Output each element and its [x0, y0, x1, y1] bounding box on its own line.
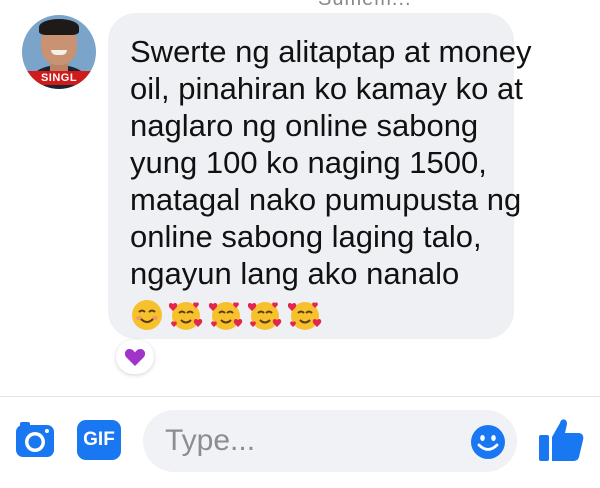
message-line: Swerte ng alitaptap at money: [130, 34, 532, 69]
emoji-row: [130, 298, 498, 334]
sender-name-cutoff: Sumem...: [318, 0, 412, 11]
avatar-smile: [51, 50, 67, 55]
like-button[interactable]: [538, 415, 584, 463]
message-line: naglaro ng online sabong: [130, 108, 479, 143]
composer-divider: [0, 396, 600, 397]
message-bubble[interactable]: Swerte ng alitaptap at money oil, pinahi…: [108, 13, 532, 339]
smiling-face-with-hearts-icon: [169, 298, 203, 332]
message-input[interactable]: Type...: [143, 410, 517, 472]
message-line: oil, pinahiran ko kamay ko at: [130, 71, 523, 106]
purple-heart-icon: [124, 349, 146, 366]
smiling-face-icon: [130, 298, 164, 332]
avatar-hair: [39, 19, 79, 35]
camera-button[interactable]: [14, 420, 56, 460]
avatar-tag: SINGL: [22, 71, 96, 85]
thumbs-up-icon: [539, 419, 584, 461]
emoji-button[interactable]: [470, 424, 506, 460]
message-line: yung 100 ko naging 1500,: [130, 145, 487, 180]
sender-avatar[interactable]: SINGL: [22, 15, 96, 89]
message-reaction[interactable]: [116, 340, 154, 374]
message-line: matagal nako pumupusta ng: [130, 182, 522, 217]
smiling-face-with-hearts-icon: [208, 298, 243, 332]
smiling-face-with-hearts-icon: [248, 298, 282, 332]
smiley-icon: [471, 425, 505, 459]
gif-button[interactable]: GIF: [77, 420, 121, 460]
camera-icon: [16, 422, 54, 457]
message-line: online sabong laging talo,: [130, 219, 482, 254]
smiling-face-with-hearts-icon: [287, 298, 322, 332]
message-input-placeholder: Type...: [165, 424, 256, 457]
message-line: ngayun lang ako nanalo: [130, 256, 460, 291]
